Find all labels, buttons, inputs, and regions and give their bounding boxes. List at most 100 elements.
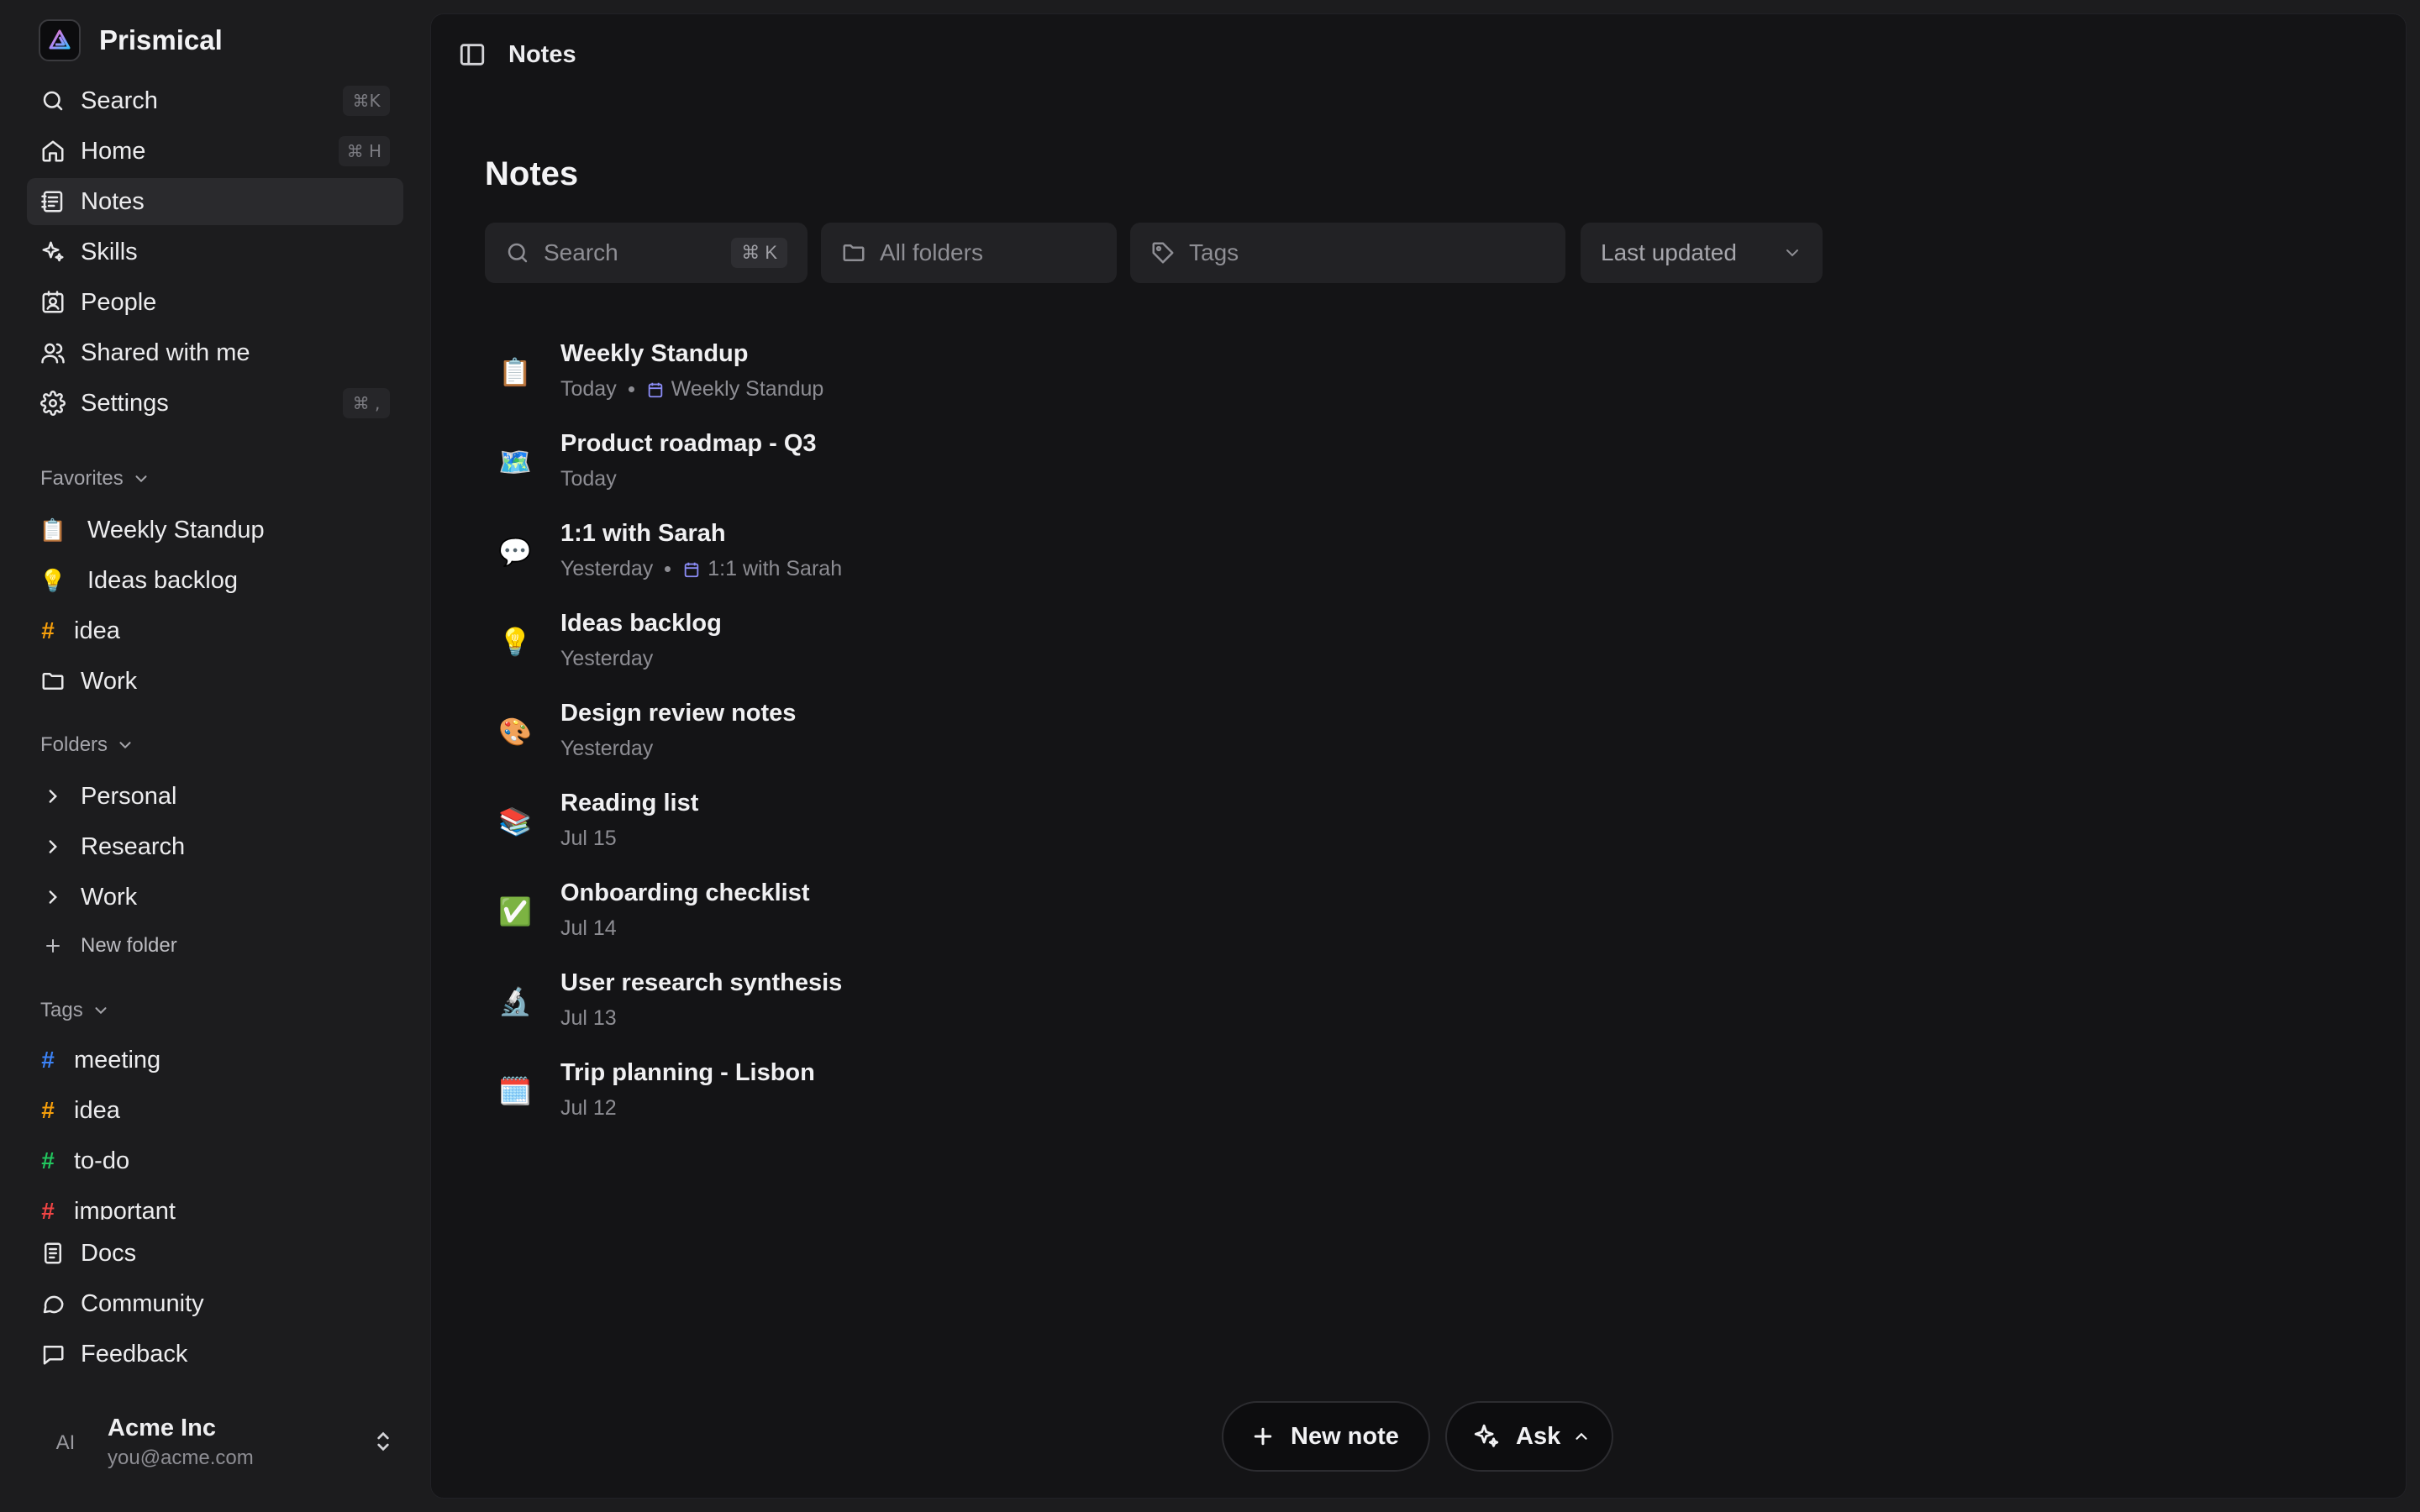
main-panel: Notes Notes Search ⌘ K All folders Tags … [430, 13, 2407, 1499]
nav-label: People [81, 288, 157, 316]
tag-meeting[interactable]: # meeting [27, 1037, 403, 1084]
community-link[interactable]: Community [27, 1280, 403, 1327]
nav-search[interactable]: Search ⌘K [27, 77, 403, 124]
note-meta: Jul 13 [560, 1006, 617, 1031]
tags-filter[interactable]: Tags [1130, 223, 1565, 283]
favorite-folder-work[interactable]: Work [27, 658, 403, 705]
ask-button[interactable]: Ask [1445, 1401, 1613, 1472]
folder-personal[interactable]: Personal [27, 773, 403, 820]
note-event: Weekly Standup [671, 377, 824, 401]
nav-notes[interactable]: Notes [27, 178, 403, 225]
note-row-onboarding-checklist[interactable]: ✅ Onboarding checklist Jul 14 [485, 876, 1325, 953]
note-title: Ideas backlog [560, 610, 722, 637]
users-icon [39, 339, 67, 367]
ask-label: Ask [1516, 1422, 1561, 1450]
note-date: Yesterday [560, 557, 654, 580]
chevron-down-icon [1786, 249, 1798, 257]
account-email: you@acme.com [108, 1446, 254, 1469]
tags-filter-label: Tags [1189, 239, 1239, 265]
favorite-weekly-standup[interactable]: 📋 Weekly Standup [27, 507, 403, 554]
note-meta: Yesterday 1:1 with Sarah [560, 557, 842, 581]
chevron-down-icon [135, 475, 147, 483]
note-meta: Jul 12 [560, 1096, 617, 1121]
hash-icon: # [41, 1097, 55, 1123]
nav-label: Notes [81, 187, 145, 215]
avatar: AI [55, 1431, 76, 1454]
tag-idea[interactable]: # idea [27, 1087, 403, 1134]
chat-bubble-icon [39, 1289, 67, 1318]
tag-icon [1152, 242, 1174, 264]
nav-label: Home [81, 137, 146, 165]
tag-important[interactable]: # important [27, 1188, 403, 1221]
docs-link[interactable]: Docs [27, 1230, 403, 1277]
note-title: User research synthesis [560, 969, 843, 996]
brand[interactable]: Prismical [39, 18, 223, 62]
note-title: 1:1 with Sarah [560, 520, 726, 547]
search-icon [39, 87, 67, 115]
note-row-reading-list[interactable]: 📚 Reading list Jul 15 [485, 786, 1325, 864]
note-date: Jul 15 [560, 827, 617, 850]
note-row-trip-planning[interactable]: 🗓️ Trip planning - Lisbon Jul 12 [485, 1056, 1325, 1133]
folder-label: Personal [81, 782, 177, 810]
shortcut-badge: ⌘ H [338, 136, 390, 166]
chevron-down-icon [119, 742, 131, 749]
sidebar-toggle-icon[interactable] [458, 40, 487, 69]
section-title: Favorites [40, 467, 124, 490]
sparkles-icon [39, 238, 67, 266]
spiral-calendar-icon: 🗓️ [498, 1076, 532, 1106]
microscope-icon: 🔬 [498, 986, 532, 1016]
nav-label: Search [81, 87, 158, 114]
nav-skills[interactable]: Skills [27, 228, 403, 276]
note-row-user-research[interactable]: 🔬 User research synthesis Jul 13 [485, 966, 1325, 1043]
note-row-design-review[interactable]: 🎨 Design review notes Yesterday [485, 696, 1325, 774]
tags-list: # meeting # idea # to-do # important [0, 1037, 430, 1221]
book-icon [39, 1239, 67, 1268]
favorite-label: Work [81, 667, 138, 695]
page-title: Notes [485, 155, 579, 192]
note-row-1on1-sarah[interactable]: 💬 1:1 with Sarah Yesterday 1:1 with Sara… [485, 517, 1325, 594]
sort-dropdown[interactable]: Last updated [1581, 223, 1823, 283]
favorite-tag-idea[interactable]: # idea [27, 607, 403, 654]
separator-dot [665, 566, 671, 572]
nav-people[interactable]: People [27, 279, 403, 326]
plus-icon [39, 932, 67, 960]
lightbulb-icon: 💡 [39, 567, 67, 593]
new-note-button[interactable]: New note [1222, 1401, 1430, 1472]
nav-shared-with-me[interactable]: Shared with me [27, 329, 403, 376]
nav-label: Settings [81, 389, 169, 417]
nav-home[interactable]: Home ⌘ H [27, 128, 403, 175]
note-row-weekly-standup[interactable]: 📋 Weekly Standup Today Weekly Standup [485, 337, 1325, 414]
account-switcher[interactable]: AI Acme Inc you@acme.com [40, 1411, 397, 1477]
chevrons-up-down-icon [377, 1431, 389, 1452]
folder-research[interactable]: Research [27, 823, 403, 870]
sort-label: Last updated [1601, 239, 1737, 265]
search-input[interactable]: Search ⌘ K [485, 223, 808, 283]
tag-to-do[interactable]: # to-do [27, 1137, 403, 1184]
tags-header[interactable]: Tags [40, 994, 110, 1027]
section-title: Tags [40, 999, 83, 1021]
new-folder-button[interactable]: New folder [27, 922, 403, 969]
tag-label: to-do [74, 1147, 130, 1174]
note-meta: Yesterday [560, 647, 653, 671]
favorite-ideas-backlog[interactable]: 💡 Ideas backlog [27, 557, 403, 604]
sparkles-icon [1474, 1424, 1499, 1447]
note-meta: Today Weekly Standup [560, 377, 823, 402]
nav-settings[interactable]: Settings ⌘ , [27, 380, 403, 427]
note-meta: Today [560, 467, 617, 491]
folders-header[interactable]: Folders [40, 728, 134, 762]
hash-icon: # [41, 1198, 55, 1220]
note-date: Today [560, 377, 617, 401]
footer-link-label: Docs [81, 1239, 137, 1267]
shortcut-badge: ⌘ , [343, 388, 390, 418]
feedback-link[interactable]: Feedback [27, 1331, 403, 1378]
note-row-product-roadmap[interactable]: 🗺️ Product roadmap - Q3 Today [485, 427, 1325, 504]
folder-label: Work [81, 883, 138, 911]
hash-icon: # [41, 617, 55, 643]
folder-work[interactable]: Work [27, 874, 403, 921]
folder-filter[interactable]: All folders [821, 223, 1117, 283]
books-icon: 📚 [498, 806, 532, 837]
speech-bubble-icon: 💬 [498, 537, 532, 567]
note-date: Jul 13 [560, 1006, 617, 1030]
favorites-header[interactable]: Favorites [40, 462, 150, 496]
note-row-ideas-backlog[interactable]: 💡 Ideas backlog Yesterday [485, 606, 1325, 684]
